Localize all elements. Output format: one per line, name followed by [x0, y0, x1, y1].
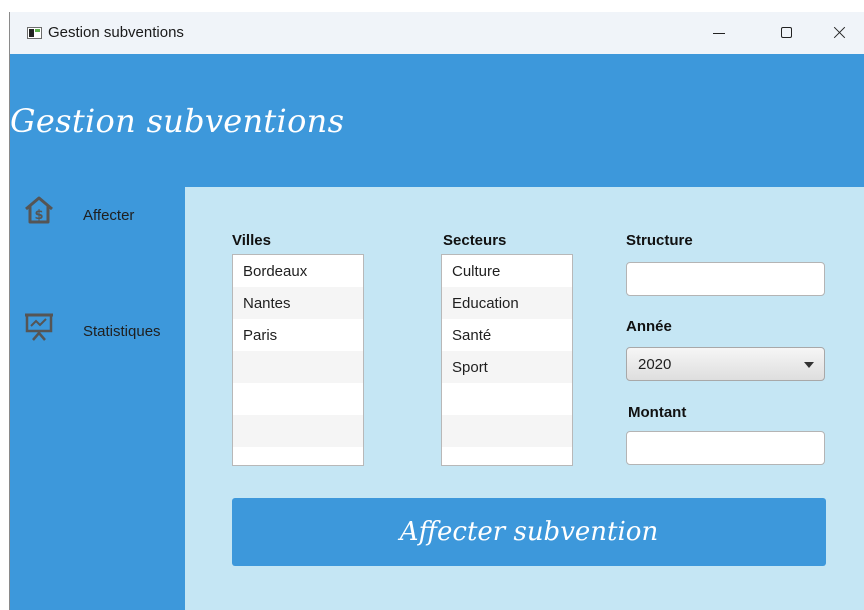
- maximize-button[interactable]: [764, 12, 810, 54]
- montant-label: Montant: [628, 404, 687, 421]
- nav-item-statistiques[interactable]: Statistiques: [10, 308, 185, 352]
- list-item-secteurs[interactable]: Sport: [442, 351, 572, 383]
- nav-label-statistiques: Statistiques: [83, 323, 161, 340]
- structure-input[interactable]: [626, 262, 825, 296]
- annee-selected-value: 2020: [638, 356, 672, 373]
- list-item-empty: [442, 447, 572, 465]
- nav-item-affecter[interactable]: $ Affecter: [10, 192, 185, 236]
- list-item-villes[interactable]: Bordeaux: [233, 255, 363, 287]
- window-title: Gestion subventions: [48, 24, 184, 41]
- structure-label: Structure: [626, 232, 693, 249]
- list-item-empty: [442, 383, 572, 415]
- villes-label: Villes: [232, 232, 271, 249]
- app-window: Gestion subventions Gestion subventions …: [9, 12, 864, 610]
- affecter-subvention-button[interactable]: Affecter subvention: [232, 498, 826, 566]
- presentation-chart-icon: [25, 313, 53, 341]
- list-item-empty: [233, 447, 363, 465]
- villes-list[interactable]: Bordeaux Nantes Paris: [232, 254, 364, 466]
- app-title: Gestion subventions: [10, 102, 345, 140]
- secteurs-list[interactable]: Culture Education Santé Sport: [441, 254, 573, 466]
- house-dollar-icon: $: [25, 196, 53, 224]
- list-item-empty: [233, 383, 363, 415]
- list-item-empty: [233, 415, 363, 447]
- annee-label: Année: [626, 318, 672, 335]
- list-item-secteurs[interactable]: Education: [442, 287, 572, 319]
- nav-label-affecter: Affecter: [83, 207, 135, 224]
- svg-text:$: $: [34, 208, 43, 223]
- list-item-secteurs[interactable]: Santé: [442, 319, 572, 351]
- affecter-panel: Villes Bordeaux Nantes Paris Secteurs Cu…: [185, 187, 864, 610]
- list-item-secteurs[interactable]: Culture: [442, 255, 572, 287]
- title-bar[interactable]: Gestion subventions: [10, 12, 864, 54]
- annee-select[interactable]: 2020: [626, 347, 825, 381]
- list-item-villes[interactable]: Nantes: [233, 287, 363, 319]
- app-icon: [27, 27, 42, 39]
- list-item-empty: [442, 415, 572, 447]
- chevron-down-icon: [804, 362, 814, 368]
- list-item-villes[interactable]: Paris: [233, 319, 363, 351]
- minimize-button[interactable]: [696, 12, 742, 54]
- list-item-empty: [233, 351, 363, 383]
- secteurs-label: Secteurs: [443, 232, 507, 249]
- close-button[interactable]: [816, 12, 862, 54]
- montant-input[interactable]: [626, 431, 825, 465]
